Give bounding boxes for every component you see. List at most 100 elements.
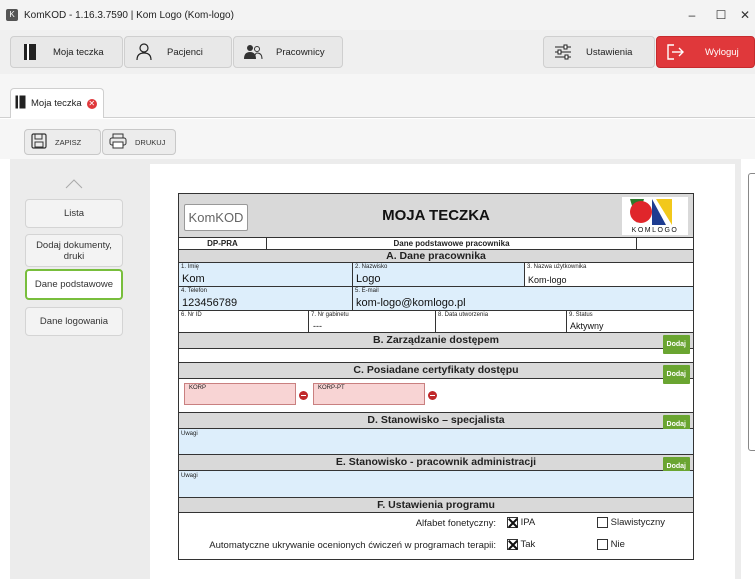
data-label: 8. Data utworzenia	[438, 312, 489, 318]
logout-button[interactable]: Wyloguj	[656, 36, 755, 68]
form-title: MOJA TECZKA	[382, 207, 490, 224]
sidebar-item-dane-podstawowe[interactable]: Dane podstawowe	[25, 269, 123, 300]
section-e-header: E. Stanowisko - pracownik administracji …	[179, 455, 693, 476]
cert-korp-pt-label: KORP-PT	[318, 385, 345, 391]
komlogo-logo: KOMLOGO	[622, 197, 688, 235]
nav-moja-teczka-button[interactable]: Moja teczka	[10, 36, 123, 68]
uwagi-e-label: Uwagi	[181, 473, 198, 479]
nav-pacjenci-button[interactable]: Pacjenci	[124, 36, 232, 68]
email-label: 5. E-mail	[355, 288, 379, 294]
nrid-field: 6. Nr ID	[179, 311, 309, 332]
imie-field[interactable]: 1. Imię Kom	[179, 263, 353, 286]
logout-label: Wyloguj	[705, 46, 739, 58]
save-button[interactable]: ZAPISZ	[24, 129, 101, 155]
email-value: kom-logo@komlogo.pl	[356, 297, 466, 309]
gabinet-label: 7. Nr gabinetu	[311, 312, 349, 318]
section-b-add-button[interactable]: Dodaj	[662, 335, 690, 354]
setting-alfabet-row: Alfabet fonetyczny: IPA Slawistyczny	[179, 513, 693, 535]
close-window-button[interactable]: ✕	[735, 0, 755, 30]
nazwisko-field[interactable]: 2. Nazwisko Logo	[353, 263, 525, 286]
tab-label: Moja teczka	[31, 98, 82, 109]
sidebar: Lista Dodaj dokumenty, druki Dane podsta…	[10, 159, 138, 579]
nav-moja-teczka-label: Moja teczka	[53, 46, 104, 58]
cert-korp: KORP	[184, 383, 296, 405]
form-subtitle: Dane podstawowe pracownika	[267, 238, 637, 249]
form-row-1: 1. Imię Kom 2. Nazwisko Logo 3. Nazwa uż…	[179, 263, 693, 287]
nav-pacjenci-label: Pacjenci	[167, 46, 203, 58]
close-tab-icon[interactable]: ✕	[86, 98, 97, 109]
telefon-field[interactable]: 4. Telefon 123456789	[179, 287, 353, 310]
scrollbar[interactable]	[748, 173, 755, 451]
employee-form: KomKOD MOJA TECZKA KOMLOGO DP-PRA Dane p…	[178, 193, 694, 560]
uwagi-d-field[interactable]: Uwagi	[179, 429, 693, 455]
uwagi-d-label: Uwagi	[181, 431, 198, 437]
section-a-title: A. Dane pracownika	[386, 250, 486, 262]
auto-nie-option[interactable]: Nie	[597, 539, 625, 550]
gabinet-field: 7. Nr gabinetu ---	[309, 311, 436, 332]
sidebar-item-label: Dodaj dokumenty, druki	[36, 239, 112, 262]
nav-ustawienia-label: Ustawienia	[586, 46, 633, 58]
alfabet-slawistyczny-label: Slawistyczny	[610, 517, 666, 529]
logout-icon	[663, 39, 689, 65]
komlogo-text: KOMLOGO	[631, 227, 679, 234]
maximize-button[interactable]: ☐	[706, 0, 736, 30]
section-f-header: F. Ustawienia programu	[179, 498, 693, 513]
uwagi-e-field[interactable]: Uwagi	[179, 471, 693, 498]
form-code-row: DP-PRA Dane podstawowe pracownika	[179, 238, 693, 250]
users-icon	[240, 39, 266, 65]
auto-nie-label: Nie	[610, 539, 625, 551]
alfabet-slawistyczny-checkbox[interactable]	[597, 517, 608, 528]
folder-icon	[17, 39, 43, 65]
section-c-title: C. Posiadane certyfikaty dostępu	[353, 364, 519, 376]
uzytkownik-value: Kom-logo	[528, 275, 567, 285]
section-d-header: D. Stanowisko – specjalista Dodaj	[179, 413, 693, 434]
imie-value: Kom	[182, 273, 205, 285]
minimize-button[interactable]: –	[677, 0, 707, 30]
save-icon	[31, 133, 47, 151]
section-b-body	[179, 349, 693, 363]
auto-nie-checkbox[interactable]	[597, 539, 608, 550]
section-f-title: F. Ustawienia programu	[377, 499, 495, 511]
auto-tak-checkbox[interactable]	[507, 539, 518, 550]
imie-label: 1. Imię	[181, 264, 200, 270]
window-title: KomKOD - 1.16.3.7590 | Kom Logo (Kom-log…	[24, 9, 234, 21]
alfabet-label: Alfabet fonetyczny:	[415, 518, 496, 529]
section-b-header: B. Zarządzanie dostępem Dodaj	[179, 333, 693, 354]
sidebar-item-label: Dane podstawowe	[34, 279, 114, 290]
form-code-blank	[637, 238, 693, 249]
sidebar-item-label: Dane logowania	[39, 316, 109, 327]
email-field[interactable]: 5. E-mail kom-logo@komlogo.pl	[353, 287, 693, 310]
tab-moja-teczka[interactable]: Moja teczka ✕	[10, 88, 104, 118]
print-button[interactable]: DRUKUJ	[102, 129, 176, 155]
remove-cert-korp-pt-icon[interactable]	[428, 391, 437, 400]
save-label: ZAPISZ	[55, 137, 82, 147]
status-field: 9. Status Aktywny	[567, 311, 693, 332]
app-icon: K	[6, 9, 18, 21]
remove-cert-korp-icon[interactable]	[299, 391, 308, 400]
form-code: DP-PRA	[179, 238, 267, 249]
alfabet-ipa-option[interactable]: IPA	[507, 517, 535, 528]
uzytkownik-field: 3. Nazwa użytkownika Kom-logo	[525, 263, 693, 286]
form-row-3: 6. Nr ID 7. Nr gabinetu --- 8. Data utwo…	[179, 311, 693, 333]
nav-pracownicy-button[interactable]: Pracownicy	[233, 36, 343, 68]
alfabet-slawistyczny-option[interactable]: Slawistyczny	[597, 517, 665, 528]
gabinet-value: ---	[313, 321, 322, 331]
auto-tak-option[interactable]: Tak	[507, 539, 535, 550]
data-field: 8. Data utworzenia	[436, 311, 567, 332]
section-c-header: C. Posiadane certyfikaty dostępu Dodaj	[179, 363, 693, 384]
sidebar-item-lista[interactable]: Lista	[25, 199, 123, 228]
form-header: KomKOD MOJA TECZKA KOMLOGO	[179, 194, 693, 238]
main-toolbar: Moja teczka Pacjenci Pracownicy Ustawien…	[0, 30, 755, 74]
section-c-body: KORP KORP-PT	[179, 379, 693, 413]
status-value: Aktywny	[570, 321, 604, 331]
sidebar-item-dodaj-dokumenty[interactable]: Dodaj dokumenty, druki	[25, 234, 123, 267]
nav-pracownicy-label: Pracownicy	[276, 46, 325, 58]
section-b-title: B. Zarządzanie dostępem	[372, 334, 500, 346]
alfabet-ipa-checkbox[interactable]	[507, 517, 518, 528]
nav-ustawienia-button[interactable]: Ustawienia	[543, 36, 655, 68]
settings-sliders-icon	[550, 39, 576, 65]
action-bar: ZAPISZ DRUKUJ	[0, 119, 755, 159]
sidebar-item-dane-logowania[interactable]: Dane logowania	[25, 307, 123, 336]
cert-korp-label: KORP	[189, 385, 207, 391]
chevron-up-icon[interactable]	[65, 179, 83, 192]
